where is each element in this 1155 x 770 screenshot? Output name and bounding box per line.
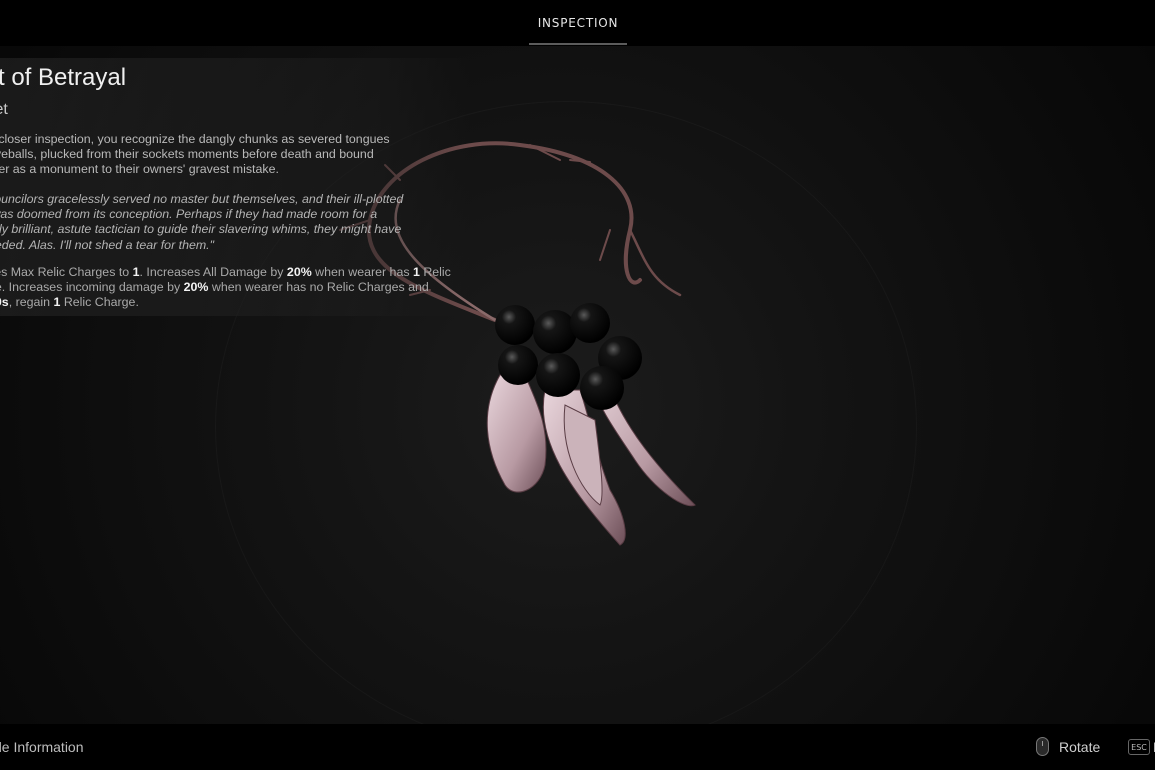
quote-line: councilors gracelessly served no master …	[0, 192, 404, 206]
quote-line: erly brilliant, astute tactician to guid…	[0, 222, 402, 237]
active-tab-indicator	[529, 43, 627, 45]
item-title: st of Betrayal	[0, 64, 127, 91]
rotate-prompt[interactable]: Rotate	[1059, 724, 1100, 770]
effect-text: when wearer has no Relic Charges and	[208, 280, 429, 295]
bottom-bar: de Information Rotate ESC E	[0, 724, 1155, 770]
item-description: n closer inspection, you recognize the d…	[0, 132, 390, 178]
effect-text: Relic	[419, 265, 451, 279]
item-type: ulet	[0, 101, 8, 118]
mouse-icon	[1036, 737, 1049, 756]
effect-value: 30s	[0, 295, 9, 310]
effect-text: . Increases All Damage by	[139, 265, 287, 279]
effect-text: , regain	[8, 295, 54, 310]
item-info-panel: st of Betrayal ulet n closer inspection,…	[0, 58, 470, 316]
tab-inspection[interactable]: INSPECTION	[529, 0, 627, 46]
effect-text: when wearer has	[311, 265, 413, 279]
quote-line: eeded. Alas. I'll not shed a tear for th…	[0, 237, 215, 252]
esc-key-icon: ESC	[1128, 739, 1150, 755]
effect-value: 20%	[183, 280, 209, 295]
quote-line: was doomed from its conception. Perhaps …	[0, 207, 378, 222]
effect-value: 1	[412, 265, 420, 279]
effect-text: ces Max Relic Charges to	[0, 265, 133, 279]
description-line: eyeballs, plucked from their sockets mom…	[0, 147, 374, 162]
effect-value: 20%	[286, 265, 312, 279]
description-line: n closer inspection, you recognize the d…	[0, 132, 390, 146]
top-bar: INSPECTION	[0, 0, 1155, 46]
hide-information-prompt[interactable]: de Information	[0, 724, 84, 770]
effect-value: 1	[132, 265, 140, 279]
effect-text: ge. Increases incoming damage by	[0, 280, 184, 295]
item-effect: ces Max Relic Charges to 1. Increases Al…	[0, 265, 451, 311]
description-line: ther as a monument to their owners' grav…	[0, 162, 279, 177]
effect-text: Relic Charge.	[60, 295, 139, 310]
item-lore-quote: councilors gracelessly served no master …	[0, 192, 403, 253]
